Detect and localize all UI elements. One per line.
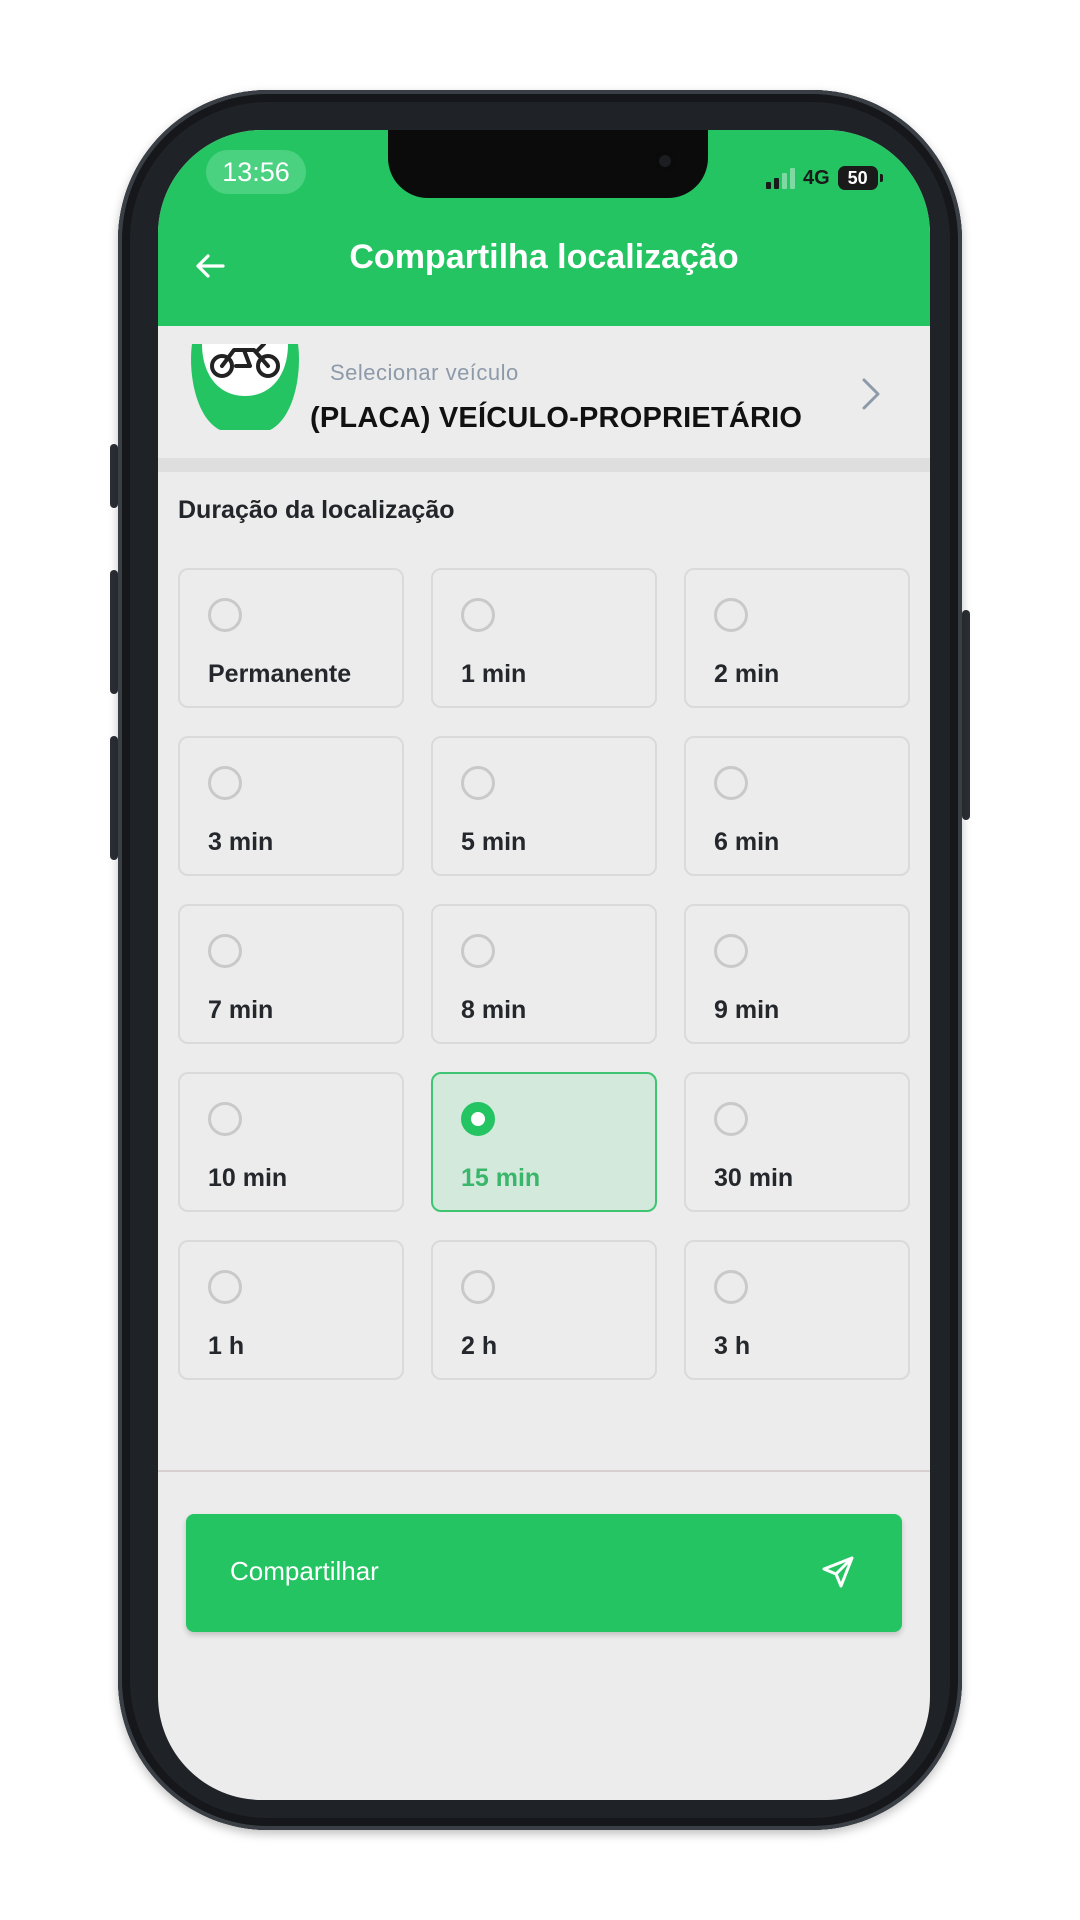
vehicle-selector[interactable]: Selecionar veículo (PLACA) VEÍCULO-PROPR… — [158, 326, 930, 472]
duration-option-label: 1 min — [461, 660, 527, 688]
duration-option-label: 10 min — [208, 1164, 288, 1192]
radio-icon[interactable] — [714, 598, 748, 632]
duration-option-label: 30 min — [714, 1164, 794, 1192]
duration-option-label: Permanente — [208, 660, 352, 688]
radio-icon[interactable] — [208, 934, 242, 968]
duration-option-label: 5 min — [461, 828, 527, 856]
duration-option[interactable]: 30 min — [684, 1072, 910, 1212]
duration-option-label: 7 min — [208, 996, 274, 1024]
battery-icon: 50 — [837, 166, 883, 190]
duration-option[interactable]: 1 min — [431, 568, 657, 708]
radio-icon[interactable] — [208, 598, 242, 632]
send-icon — [822, 1556, 854, 1588]
duration-option-label: 1 h — [208, 1332, 245, 1360]
duration-option-label: 6 min — [714, 828, 780, 856]
volume-down-button — [110, 736, 118, 860]
network-type: 4G — [803, 166, 830, 189]
duration-option-label: 3 min — [208, 828, 274, 856]
duration-section-title: Duração da localização — [178, 496, 455, 524]
radio-icon[interactable] — [208, 766, 242, 800]
footer-divider — [158, 1470, 930, 1472]
volume-up-button — [110, 570, 118, 694]
duration-option-label: 3 h — [714, 1332, 751, 1360]
vehicle-name: (PLACA) VEÍCULO-PROPRIETÁRIO — [310, 402, 803, 434]
radio-icon[interactable] — [714, 1102, 748, 1136]
front-camera — [654, 150, 676, 172]
duration-option-label: 8 min — [461, 996, 527, 1024]
vehicle-select-label: Selecionar veículo — [330, 360, 519, 385]
power-button — [962, 610, 970, 820]
duration-option[interactable]: 7 min — [178, 904, 404, 1044]
duration-option[interactable]: 1 h — [178, 1240, 404, 1380]
duration-option[interactable]: 8 min — [431, 904, 657, 1044]
duration-option-label: 15 min — [461, 1164, 541, 1192]
radio-icon[interactable] — [714, 1270, 748, 1304]
camera-notch — [388, 130, 708, 198]
status-time: 13:56 — [206, 150, 306, 194]
radio-icon[interactable] — [461, 598, 495, 632]
app-screen: 13:56 4G 50 Compartilha localização Sele… — [158, 130, 930, 1800]
mute-switch — [110, 444, 118, 508]
duration-option[interactable]: 2 h — [431, 1240, 657, 1380]
radio-icon[interactable] — [461, 1270, 495, 1304]
share-button-label: Compartilhar — [230, 1556, 379, 1586]
radio-selected-icon[interactable] — [461, 1102, 495, 1136]
duration-option[interactable]: 3 h — [684, 1240, 910, 1380]
duration-option-label: 2 h — [461, 1332, 498, 1360]
duration-option-label: 9 min — [714, 996, 780, 1024]
duration-option[interactable]: 2 min — [684, 568, 910, 708]
share-button[interactable]: Compartilhar — [186, 1514, 902, 1632]
radio-icon[interactable] — [461, 766, 495, 800]
radio-icon[interactable] — [714, 766, 748, 800]
motorcycle-icon — [191, 344, 299, 430]
radio-icon[interactable] — [714, 934, 748, 968]
duration-option[interactable]: 15 min — [431, 1072, 657, 1212]
radio-icon[interactable] — [461, 934, 495, 968]
duration-option[interactable]: 3 min — [178, 736, 404, 876]
duration-option[interactable]: 5 min — [431, 736, 657, 876]
duration-option[interactable]: Permanente — [178, 568, 404, 708]
duration-option-label: 2 min — [714, 660, 780, 688]
signal-icon — [766, 167, 795, 189]
duration-option[interactable]: 10 min — [178, 1072, 404, 1212]
radio-icon[interactable] — [208, 1102, 242, 1136]
radio-icon[interactable] — [208, 1270, 242, 1304]
page-title: Compartilha localização — [349, 238, 739, 276]
duration-option[interactable]: 6 min — [684, 736, 910, 876]
duration-option[interactable]: 9 min — [684, 904, 910, 1044]
chevron-right-icon[interactable] — [858, 376, 884, 412]
status-indicators: 4G 50 — [766, 164, 883, 192]
